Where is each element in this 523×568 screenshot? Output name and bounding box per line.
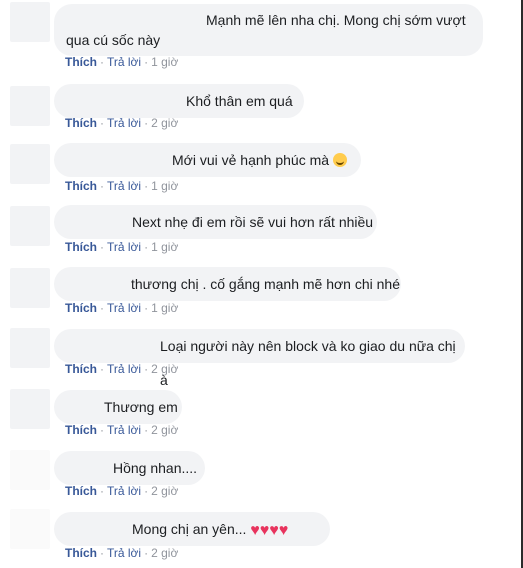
comment-text: thương chị . cố gắng mạnh mẽ hơn chi nhé [131, 276, 401, 292]
comment-text: Thương em [104, 399, 178, 415]
timestamp[interactable]: 1 giờ [151, 55, 178, 69]
comment-text-line1: Mạnh mẽ lên nha chị. Mong chị sớm vượt [206, 12, 466, 28]
timestamp[interactable]: 2 giờ [151, 546, 178, 560]
separator: · [144, 116, 149, 130]
comment-text: Next nhẹ đi em rồi sẽ vui hơn rất nhiều [132, 214, 374, 230]
reply-link[interactable]: Trả lời [107, 362, 141, 376]
separator: · [144, 484, 149, 498]
reply-link[interactable]: Trả lời [107, 301, 141, 315]
hearts-icon: ♥♥♥♥ [250, 522, 289, 539]
comment-bubble: Mạnh mẽ lên nha chị. Mong chị sớm vượt q… [54, 4, 483, 56]
comment-actions: Thích · Trả lời · 1 giờ [65, 300, 178, 316]
comment-actions: Thích · Trả lời · 2 giờ [65, 483, 178, 499]
timestamp[interactable]: 1 giờ [151, 179, 178, 193]
comment-bubble: Hồng nhan.... [54, 451, 205, 485]
reply-link[interactable]: Trả lời [107, 55, 141, 69]
separator: · [100, 362, 104, 376]
separator: · [100, 423, 104, 437]
reply-link[interactable]: Trả lời [107, 116, 141, 130]
separator: · [100, 301, 104, 315]
comment-text: Loại người này nên block và ko giao du n… [160, 338, 456, 388]
avatar[interactable] [10, 2, 50, 42]
separator: · [144, 55, 149, 69]
timestamp[interactable]: 1 giờ [151, 301, 178, 315]
comment-bubble: Mong chị an yên... ♥♥♥♥ [54, 512, 330, 546]
avatar[interactable] [10, 206, 50, 246]
comment-text-line2: qua cú sốc này [66, 32, 161, 48]
like-link[interactable]: Thích [65, 55, 97, 69]
timestamp[interactable]: 1 giờ [151, 240, 178, 254]
separator: · [100, 546, 104, 560]
separator: · [144, 423, 149, 437]
like-link[interactable]: Thích [65, 301, 97, 315]
separator: · [100, 240, 104, 254]
separator: · [100, 55, 104, 69]
avatar[interactable] [10, 86, 50, 126]
comment-actions: Thích · Trả lời · 2 giờ [65, 115, 178, 131]
separator: · [144, 240, 149, 254]
comment-text: Mong chị an yên... [132, 521, 247, 537]
comment-bubble: Mới vui vẻ hạnh phúc mà [54, 143, 361, 177]
separator: · [144, 179, 149, 193]
avatar[interactable] [10, 509, 50, 549]
comment-bubble: Loại người này nên block và ko giao du n… [54, 329, 465, 388]
separator: · [144, 362, 149, 376]
comment-actions: Thích · Trả lời · 1 giờ [65, 178, 178, 194]
separator: · [144, 301, 149, 315]
crying-face-icon [333, 153, 348, 167]
like-link[interactable]: Thích [65, 179, 97, 193]
comment-actions: Thích · Trả lời · 1 giờ [65, 239, 178, 255]
comment-text: Mới vui vẻ hạnh phúc mà [172, 152, 330, 168]
comment-bubble: thương chị . cố gắng mạnh mẽ hơn chi nhé [54, 267, 401, 301]
timestamp[interactable]: 2 giờ [151, 484, 178, 498]
timestamp[interactable]: 2 giờ [151, 116, 178, 130]
reply-link[interactable]: Trả lời [107, 484, 141, 498]
comment-bubble: Next nhẹ đi em rồi sẽ vui hơn rất nhiều [54, 205, 377, 239]
separator: · [144, 546, 149, 560]
like-link[interactable]: Thích [65, 484, 97, 498]
timestamp[interactable]: 2 giờ [151, 362, 178, 376]
like-link[interactable]: Thích [65, 240, 97, 254]
comment-actions: Thích · Trả lời · 2 giờ [65, 422, 178, 438]
avatar[interactable] [10, 144, 50, 184]
avatar[interactable] [10, 268, 50, 308]
timestamp[interactable]: 2 giờ [151, 423, 178, 437]
avatar[interactable] [10, 450, 50, 490]
separator: · [100, 116, 104, 130]
comment-actions: Thích · Trả lời · 2 giờ [65, 545, 178, 561]
comment-text: Khổ thân em quá [186, 93, 293, 109]
like-link[interactable]: Thích [65, 423, 97, 437]
like-link[interactable]: Thích [65, 116, 97, 130]
like-link[interactable]: Thích [65, 362, 97, 376]
reply-link[interactable]: Trả lời [107, 423, 141, 437]
separator: · [100, 484, 104, 498]
reply-link[interactable]: Trả lời [107, 179, 141, 193]
avatar[interactable] [10, 328, 50, 368]
reply-link[interactable]: Trả lời [107, 546, 141, 560]
reply-link[interactable]: Trả lời [107, 240, 141, 254]
comment-bubble: Thương em [54, 390, 182, 424]
comment-actions: Thích · Trả lời · 1 giờ [65, 54, 178, 70]
avatar[interactable] [10, 389, 50, 429]
comment-text: Hồng nhan.... [113, 460, 198, 476]
comment-bubble: Khổ thân em quá [54, 84, 304, 118]
comment-actions: Thích · Trả lời · 2 giờ [65, 361, 178, 377]
like-link[interactable]: Thích [65, 546, 97, 560]
separator: · [100, 179, 104, 193]
